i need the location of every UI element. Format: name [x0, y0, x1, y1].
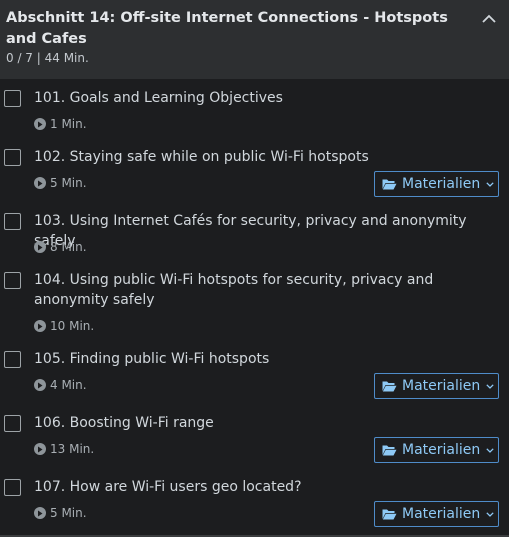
materials-label: Materialien: [402, 176, 481, 192]
folder-open-icon: [382, 178, 397, 190]
lecture-checkbox[interactable]: [4, 415, 21, 432]
curriculum-section-panel: Abschnitt 14: Off-site Internet Connecti…: [0, 0, 509, 537]
section-header[interactable]: Abschnitt 14: Off-site Internet Connecti…: [0, 0, 509, 79]
lecture-checkbox[interactable]: [4, 479, 21, 496]
play-circle-icon: [34, 320, 46, 332]
folder-open-icon: [382, 444, 397, 456]
chevron-down-icon: [486, 511, 494, 517]
lecture-item[interactable]: 101. Goals and Learning Objectives 1 Min…: [0, 88, 509, 138]
play-circle-icon: [34, 443, 46, 455]
lecture-duration: 5 Min.: [34, 506, 87, 520]
materials-label: Materialien: [402, 442, 481, 458]
chevron-down-icon: [486, 383, 494, 389]
play-circle-icon: [34, 241, 46, 253]
materials-label: Materialien: [402, 506, 481, 522]
lecture-duration: 1 Min.: [34, 117, 87, 131]
lecture-item[interactable]: 102. Staying safe while on public Wi-Fi …: [0, 147, 509, 202]
lecture-duration-text: 5 Min.: [50, 506, 87, 520]
lecture-title: 104. Using public Wi-Fi hotspots for sec…: [34, 272, 434, 308]
play-circle-icon: [34, 118, 46, 130]
lecture-item[interactable]: 106. Boosting Wi-Fi range 13 Min. Materi…: [0, 413, 509, 468]
play-circle-icon: [34, 507, 46, 519]
lecture-duration: 5 Min.: [34, 176, 87, 190]
section-progress: 0 / 7 | 44 Min.: [6, 51, 89, 65]
lecture-title: 101. Goals and Learning Objectives: [34, 90, 283, 106]
lecture-title: 103. Using Internet Cafés for security, …: [34, 213, 467, 249]
materials-dropdown-button[interactable]: Materialien: [374, 501, 499, 527]
lecture-duration-text: 13 Min.: [50, 442, 95, 456]
chevron-down-icon: [486, 181, 494, 187]
lecture-item[interactable]: 104. Using public Wi-Fi hotspots for sec…: [0, 270, 509, 340]
collapse-section-button[interactable]: [479, 8, 499, 28]
materials-dropdown-button[interactable]: Materialien: [374, 373, 499, 399]
lecture-duration: 13 Min.: [34, 442, 94, 456]
lecture-item[interactable]: 103. Using Internet Cafés for security, …: [0, 211, 509, 261]
lecture-checkbox[interactable]: [4, 213, 21, 230]
lecture-duration: 4 Min.: [34, 378, 87, 392]
lecture-duration-text: 8 Min.: [50, 240, 87, 254]
chevron-up-icon: [482, 14, 496, 23]
lecture-title: 102. Staying safe while on public Wi-Fi …: [34, 149, 369, 165]
section-title: Abschnitt 14: Off-site Internet Connecti…: [6, 10, 448, 47]
lecture-checkbox[interactable]: [4, 90, 21, 107]
lecture-duration-text: 4 Min.: [50, 378, 87, 392]
materials-label: Materialien: [402, 378, 481, 394]
chevron-down-icon: [486, 447, 494, 453]
lecture-item[interactable]: 107. How are Wi-Fi users geo located? 5 …: [0, 477, 509, 532]
lecture-duration-text: 5 Min.: [50, 176, 87, 190]
lecture-checkbox[interactable]: [4, 351, 21, 368]
lecture-title: 106. Boosting Wi-Fi range: [34, 415, 214, 431]
materials-dropdown-button[interactable]: Materialien: [374, 171, 499, 197]
play-circle-icon: [34, 177, 46, 189]
lecture-checkbox[interactable]: [4, 149, 21, 166]
lecture-title: 107. How are Wi-Fi users geo located?: [34, 479, 302, 495]
lecture-item[interactable]: 105. Finding public Wi-Fi hotspots 4 Min…: [0, 349, 509, 404]
lecture-duration: 8 Min.: [34, 240, 87, 254]
lecture-duration-text: 10 Min.: [50, 319, 95, 333]
lecture-checkbox[interactable]: [4, 272, 21, 289]
materials-dropdown-button[interactable]: Materialien: [374, 437, 499, 463]
lecture-duration-text: 1 Min.: [50, 117, 87, 131]
folder-open-icon: [382, 380, 397, 392]
lecture-duration: 10 Min.: [34, 319, 94, 333]
play-circle-icon: [34, 379, 46, 391]
folder-open-icon: [382, 508, 397, 520]
lecture-title: 105. Finding public Wi-Fi hotspots: [34, 351, 270, 367]
